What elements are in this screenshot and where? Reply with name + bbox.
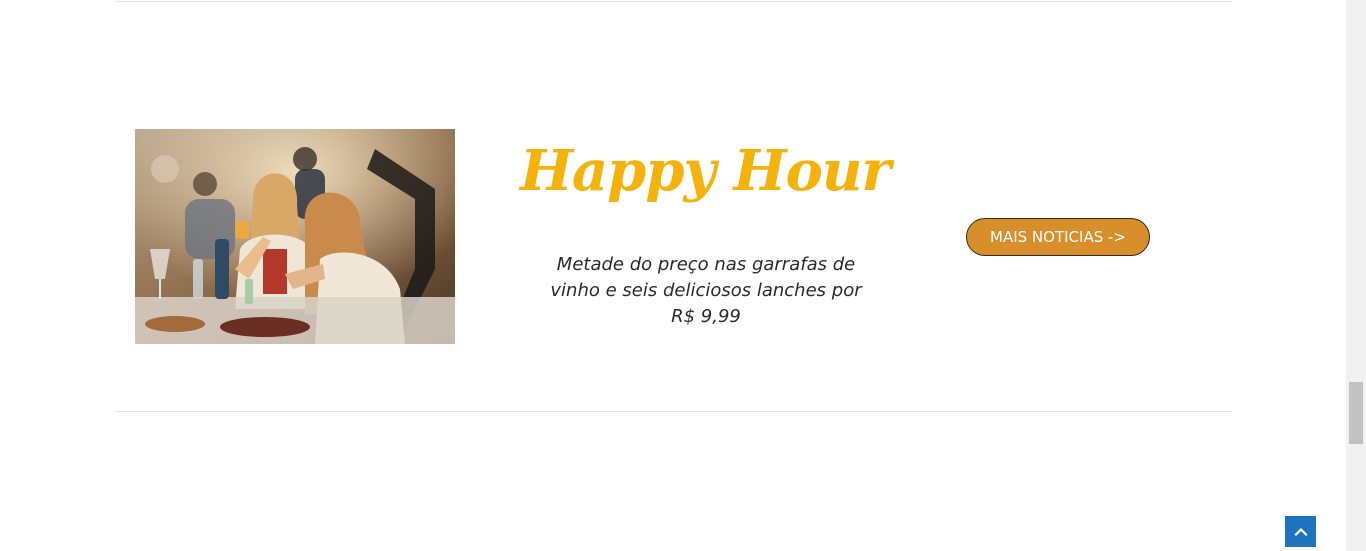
section-description: Metade do preço nas garrafas de vinho e … (550, 254, 862, 327)
chevron-up-icon (1293, 527, 1308, 536)
bottom-divider (115, 411, 1232, 412)
section-heading: Happy Hour (519, 138, 891, 204)
more-news-button[interactable]: MAIS NOTICIAS -> (966, 218, 1150, 256)
top-divider (115, 1, 1232, 2)
happy-hour-photo (135, 129, 455, 344)
page: Happy Hour Metade do preço nas garrafas … (0, 0, 1366, 551)
scrollbar-track[interactable] (1346, 0, 1366, 551)
scroll-to-top-button[interactable] (1285, 516, 1316, 547)
scrollbar-thumb[interactable] (1349, 382, 1363, 444)
